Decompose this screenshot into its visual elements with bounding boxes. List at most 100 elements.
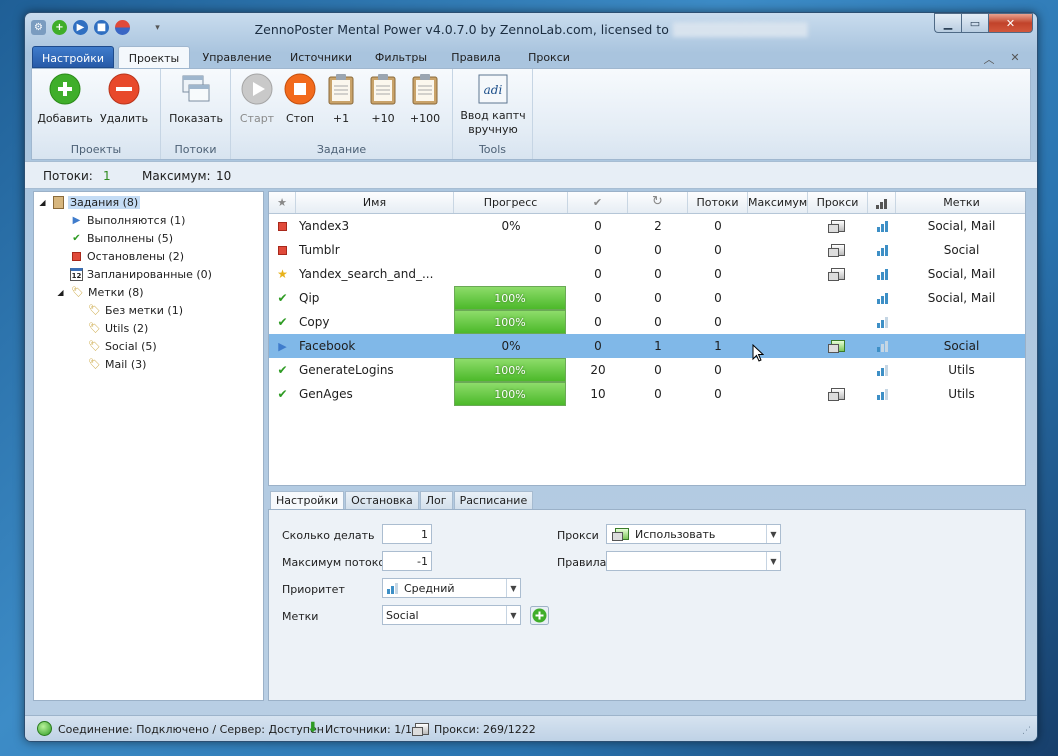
plus-ten-button[interactable]: +10 <box>362 73 404 125</box>
row-labels: Social, Mail <box>927 219 996 233</box>
row-name: GenAges <box>299 387 353 401</box>
tree-utils[interactable]: 🏷 Utils (2) <box>88 320 148 337</box>
tree-mail[interactable]: 🏷 Mail (3) <box>88 356 146 373</box>
window-title: ZennoPoster Mental Power v4.0.7.0 by Zen… <box>254 22 808 37</box>
row-priority <box>868 358 896 382</box>
tree-social[interactable]: 🏷 Social (5) <box>88 338 157 355</box>
col-repeat[interactable]: ↻ <box>628 192 688 213</box>
manual-captcha-button[interactable]: adi Ввод каптч вручную <box>456 73 530 137</box>
row-done: 0 <box>594 315 602 329</box>
tab-rules[interactable]: Правила <box>446 46 506 68</box>
table-row[interactable]: ✔ GenerateLogins 100% 20 0 0 Utils <box>269 358 1025 382</box>
tab-management[interactable]: Управление <box>199 46 275 68</box>
plus-hundred-button[interactable]: +100 <box>404 73 446 125</box>
show-button[interactable]: Показать <box>164 73 228 125</box>
calendar-icon: 12 <box>70 268 83 281</box>
plus-one-label: +1 <box>332 112 350 125</box>
rules-select[interactable]: ▼ <box>606 551 781 571</box>
priority-select[interactable]: Средний ▼ <box>382 578 521 598</box>
row-proxy <box>808 310 868 334</box>
proxy-icon <box>828 388 845 401</box>
chevron-down-icon[interactable]: ▼ <box>506 606 520 624</box>
col-proxy[interactable]: Прокси <box>808 192 868 213</box>
chevron-down-icon[interactable]: ▼ <box>766 525 780 543</box>
chevron-down-icon[interactable]: ▼ <box>766 552 780 570</box>
table-row[interactable]: ★ Yandex_search_and_... 0 0 0 Social, Mail <box>269 262 1025 286</box>
remove-button[interactable]: Удалить <box>95 73 153 125</box>
row-labels: Social <box>943 243 980 257</box>
panel-tab-stop[interactable]: Остановка <box>345 491 419 510</box>
close-ribbon-icon[interactable]: ✕ <box>1007 46 1023 68</box>
proxy-icon <box>612 528 629 541</box>
col-done[interactable]: ✔ <box>568 192 628 213</box>
tree-mail-label: Mail (3) <box>105 358 147 371</box>
start-label: Старт <box>239 112 275 125</box>
col-progress[interactable]: Прогресс <box>454 192 568 213</box>
tree-stopped[interactable]: Остановлены (2) <box>70 248 184 265</box>
row-priority <box>868 214 896 238</box>
collapse-ribbon-icon[interactable]: ︿ <box>981 46 997 68</box>
close-button[interactable]: ✕ <box>988 13 1033 33</box>
maximize-button[interactable]: ▭ <box>961 13 988 33</box>
tab-settings[interactable]: Настройки <box>32 46 114 68</box>
panel-tab-schedule[interactable]: Расписание <box>453 491 534 510</box>
table-row[interactable]: Yandex3 0% 0 2 0 Social, Mail <box>269 214 1025 238</box>
tab-filters[interactable]: Фильтры <box>368 46 434 68</box>
table-row[interactable]: Tumblr 0 0 0 Social <box>269 238 1025 262</box>
settings-panel: Сколько делать 1 Максимум потоков -1 При… <box>268 509 1026 701</box>
stop-button[interactable]: Стоп <box>278 73 322 125</box>
hidden-licensee: ██████████████ <box>672 22 808 37</box>
main-window: ⚙ + ▶ ■ ▾ ZennoPoster Mental Power v4.0.… <box>24 12 1038 742</box>
row-done: 0 <box>594 291 602 305</box>
tree-labels-label: Метки (8) <box>88 286 144 299</box>
group-label-threads: Потоки <box>174 143 217 156</box>
tree-labels-node[interactable]: ◢ 🏷 Метки (8) <box>54 284 144 301</box>
row-repeat: 2 <box>654 219 662 233</box>
resize-grip-icon[interactable]: ⋰ <box>1022 726 1031 736</box>
plus-one-button[interactable]: +1 <box>320 73 362 125</box>
proxies-status: Прокси: 269/1222 <box>434 723 536 736</box>
row-status <box>269 238 296 262</box>
signal-icon <box>876 292 888 304</box>
table-row[interactable]: ▶ Facebook 0% 0 1 1 Social <box>269 334 1025 358</box>
col-priority[interactable] <box>868 192 896 213</box>
panel-tab-settings[interactable]: Настройки <box>270 491 345 510</box>
add-icon <box>49 73 81 105</box>
minimize-button[interactable]: ▁ <box>934 13 961 33</box>
row-repeat: 0 <box>654 387 662 401</box>
chevron-down-icon[interactable]: ▼ <box>506 579 520 597</box>
table-row[interactable]: ✔ Copy 100% 0 0 0 <box>269 310 1025 334</box>
collapse-arrow-icon[interactable]: ◢ <box>36 196 49 209</box>
tab-proxy[interactable]: Прокси <box>519 46 579 68</box>
col-threads[interactable]: Потоки <box>688 192 748 213</box>
collapse-arrow-icon[interactable]: ◢ <box>54 286 67 299</box>
table-row[interactable]: ✔ GenAges 100% 10 0 0 Utils <box>269 382 1025 406</box>
proxy-select[interactable]: Использовать ▼ <box>606 524 781 544</box>
col-labels[interactable]: Метки <box>896 192 1025 213</box>
add-button[interactable]: Добавить <box>36 73 94 125</box>
tree-no-label[interactable]: 🏷 Без метки (1) <box>88 302 183 319</box>
start-button[interactable]: Старт <box>235 73 279 125</box>
table-row[interactable]: ✔ Qip 100% 0 0 0 Social, Mail <box>269 286 1025 310</box>
tree-done[interactable]: ✔ Выполнены (5) <box>70 230 173 247</box>
row-proxy <box>808 358 868 382</box>
add-label-icon[interactable] <box>530 606 549 625</box>
clipboard-icon <box>53 196 64 209</box>
row-threads: 0 <box>714 315 722 329</box>
row-name: Copy <box>299 315 330 329</box>
tree-tasks-node[interactable]: ◢ Задания (8) <box>36 194 141 211</box>
how-many-input[interactable]: 1 <box>382 524 432 544</box>
tab-sources[interactable]: Источники <box>286 46 356 68</box>
tree-scheduled[interactable]: 12 Запланированные (0) <box>70 266 212 283</box>
col-star[interactable]: ★ <box>269 192 296 213</box>
max-threads-input[interactable]: -1 <box>382 551 432 571</box>
tab-projects[interactable]: Проекты <box>118 46 190 68</box>
panel-tab-log[interactable]: Лог <box>419 491 453 510</box>
labels-select[interactable]: Social ▼ <box>382 605 521 625</box>
col-name[interactable]: Имя <box>296 192 454 213</box>
tree-running[interactable]: ▶ Выполняются (1) <box>70 212 186 229</box>
row-name: Yandex_search_and_... <box>299 267 434 281</box>
col-max[interactable]: Максимум <box>748 192 808 213</box>
signal-icon <box>876 244 888 256</box>
connection-status: Соединение: Подключено / Сервер: Доступе… <box>58 723 324 736</box>
